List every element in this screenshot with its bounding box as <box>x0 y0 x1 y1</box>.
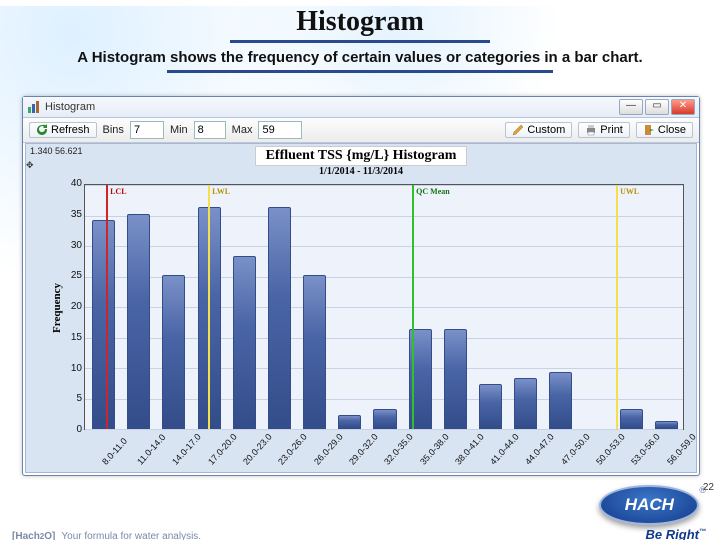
histogram-bar[interactable] <box>479 384 502 429</box>
registered-mark: ® <box>699 485 706 495</box>
min-input[interactable] <box>194 121 226 139</box>
y-tick: 20 <box>62 301 82 312</box>
chart-area: 1.340 56.621 ✥ Effluent TSS {mg/L} Histo… <box>25 143 697 473</box>
bins-label: Bins <box>103 124 124 136</box>
histogram-bar[interactable] <box>268 207 291 429</box>
door-icon <box>643 124 655 136</box>
histogram-bar[interactable] <box>162 275 185 430</box>
resize-handle-icon[interactable]: ✥ <box>26 160 34 168</box>
slide-footer: 22 [Hach2O] Your formula for water analy… <box>0 486 720 540</box>
close-button[interactable]: Close <box>636 122 693 138</box>
window-title-text: Histogram <box>45 101 95 113</box>
x-tick: 56.0-59.0 <box>665 432 698 467</box>
reference-label-lwl: LWL <box>212 187 230 196</box>
x-tick: 47.0-50.0 <box>559 432 592 467</box>
histogram-bar[interactable] <box>444 329 467 429</box>
refresh-button[interactable]: Refresh <box>29 122 97 138</box>
x-tick: 26.0-29.0 <box>312 432 345 467</box>
app-chart-icon <box>27 100 41 114</box>
x-tick: 29.0-32.0 <box>347 432 380 467</box>
reference-line-qcmean <box>412 185 414 429</box>
histogram-bar[interactable] <box>655 421 678 429</box>
max-label: Max <box>232 124 253 136</box>
y-tick: 40 <box>62 178 82 189</box>
cursor-coordinates: 1.340 56.621 <box>30 146 83 156</box>
histogram-bar[interactable] <box>233 256 256 429</box>
brand-tagline: Be Right™ <box>599 527 706 540</box>
histogram-bar[interactable] <box>127 214 150 430</box>
chart-title: Effluent TSS {mg/L} Histogram <box>255 146 468 166</box>
min-label: Min <box>170 124 188 136</box>
close-label: Close <box>658 124 686 136</box>
x-tick: 35.0-38.0 <box>418 432 451 467</box>
window-titlebar[interactable]: Histogram — ▭ ✕ <box>23 97 699 118</box>
y-tick: 5 <box>62 393 82 404</box>
histogram-bar[interactable] <box>514 378 537 429</box>
refresh-label: Refresh <box>51 124 90 136</box>
histogram-bar[interactable] <box>92 220 115 429</box>
plot-region[interactable]: LCL LWL QC Mean UWL <box>84 184 684 430</box>
footer-left-logo: [Hach2O] Your formula for water analysis… <box>12 531 201 540</box>
histogram-bar[interactable] <box>303 275 326 430</box>
y-tick: 15 <box>62 332 82 343</box>
x-tick: 53.0-56.0 <box>629 432 662 467</box>
footer-logo-tagline: Your formula for water analysis. <box>61 531 201 540</box>
custom-label: Custom <box>527 124 565 136</box>
page-subtitle: A Histogram shows the frequency of certa… <box>0 49 720 70</box>
brand-logo: HACH <box>599 485 699 525</box>
reference-label-lcl: LCL <box>110 187 126 196</box>
y-tick: 30 <box>62 240 82 251</box>
histogram-bar[interactable] <box>338 415 361 429</box>
histogram-bar[interactable] <box>373 409 396 429</box>
x-tick: 23.0-26.0 <box>276 432 309 467</box>
window-close-button[interactable]: ✕ <box>671 99 695 115</box>
x-tick: 44.0-47.0 <box>523 432 556 467</box>
window-maximize-button[interactable]: ▭ <box>645 99 669 115</box>
print-button[interactable]: Print <box>578 122 630 138</box>
histogram-bar[interactable] <box>620 409 643 429</box>
x-tick: 38.0-41.0 <box>453 432 486 467</box>
reference-label-qcmean: QC Mean <box>416 187 450 196</box>
reference-line-lwl <box>208 185 210 429</box>
y-tick: 0 <box>62 424 82 435</box>
reference-label-uwl: UWL <box>620 187 639 196</box>
custom-button[interactable]: Custom <box>505 122 572 138</box>
print-label: Print <box>600 124 623 136</box>
chart-date-range: 1/1/2014 - 11/3/2014 <box>26 166 696 177</box>
pencil-icon <box>512 124 524 136</box>
window-minimize-button[interactable]: — <box>619 99 643 115</box>
printer-icon <box>585 124 597 136</box>
reference-line-lcl <box>106 185 108 429</box>
y-tick: 25 <box>62 270 82 281</box>
toolbar: Refresh Bins Min Max Custom Print Close <box>23 118 699 143</box>
page-title: Histogram <box>0 6 720 38</box>
x-tick: 32.0-35.0 <box>382 432 415 467</box>
bins-input[interactable] <box>130 121 164 139</box>
y-tick: 35 <box>62 209 82 220</box>
subtitle-underline <box>167 70 553 73</box>
x-tick: 8.0-11.0 <box>100 436 129 467</box>
histogram-window: Histogram — ▭ ✕ Refresh Bins Min Max Cus… <box>22 96 700 476</box>
x-tick: 20.0-23.0 <box>241 432 274 467</box>
x-tick: 11.0-14.0 <box>135 432 167 466</box>
x-tick: 14.0-17.0 <box>170 432 203 467</box>
max-input[interactable] <box>258 121 302 139</box>
reference-line-uwl <box>616 185 618 429</box>
x-tick: 41.0-44.0 <box>488 432 521 467</box>
histogram-bar[interactable] <box>549 372 572 429</box>
x-tick: 17.0-20.0 <box>206 432 239 467</box>
y-tick: 10 <box>62 363 82 374</box>
title-underline <box>230 40 490 43</box>
x-tick: 50.0-53.0 <box>594 432 627 467</box>
refresh-icon <box>36 124 48 136</box>
